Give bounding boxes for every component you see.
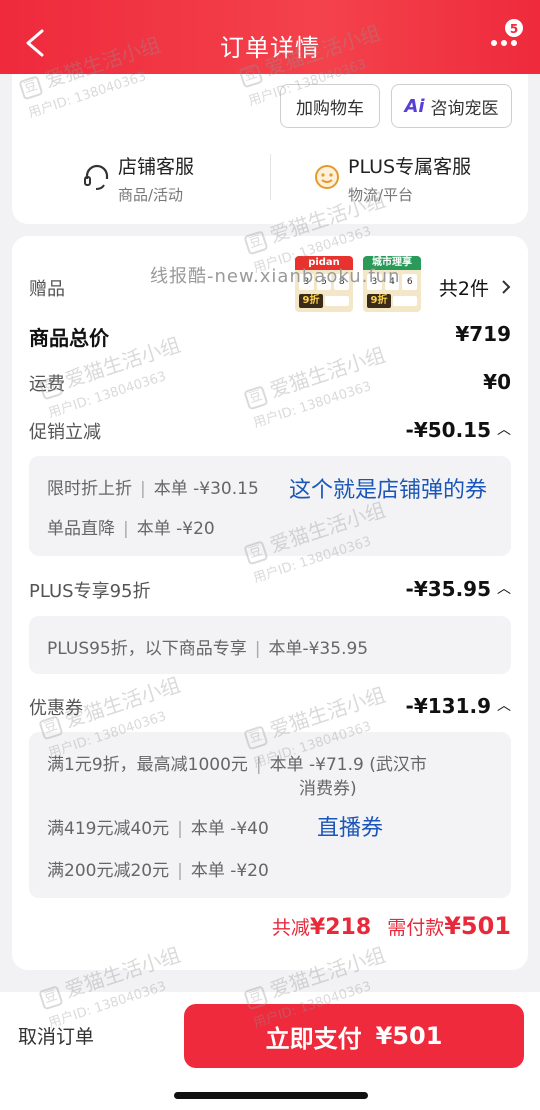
promo-amount: -¥50.15 xyxy=(405,418,491,442)
pay-due-label: 需付款 xyxy=(387,917,445,939)
gift-discount: 9折 xyxy=(367,294,391,308)
coupon-value: -¥131.9 ︿ xyxy=(406,694,511,718)
coupon-line-detail: 本单 -¥20 xyxy=(190,861,269,881)
shipping-row: 运费 ¥0 xyxy=(29,370,511,400)
promo-annotation: 这个就是店铺弹的券 xyxy=(289,478,488,503)
pay-now-label: 立即支付 xyxy=(265,1024,362,1053)
gift-count: 共2件 xyxy=(438,278,489,300)
plus-service-title: PLUS专属客服 xyxy=(348,156,472,178)
ai-icon: Ai xyxy=(404,95,425,117)
pay-now-button[interactable]: 立即支付 ¥501 xyxy=(184,1004,524,1068)
more-icon[interactable] xyxy=(490,38,518,48)
coupon-amount: -¥131.9 xyxy=(405,694,491,718)
overlay-watermark-text: 线报酷-new.xianbaoku.fun xyxy=(150,266,401,287)
promo-line-name: 单品直降 xyxy=(47,519,115,539)
bottom-action-bar: 取消订单 立即支付 ¥501 xyxy=(0,992,540,1110)
coupon-line-cont: 消费券) xyxy=(299,779,357,799)
gift-cell: 6 xyxy=(402,274,418,290)
price-detail-card: 赠品 pidan 3 5 8 9折 城市理享 3 4 6 9折 共2件 商品总价… xyxy=(12,236,528,970)
plus-discount-amount: -¥35.95 xyxy=(405,577,491,601)
promo-row[interactable]: 促销立减 -¥50.15 ︿ xyxy=(29,418,511,448)
shipping-value: ¥0 xyxy=(483,370,511,394)
promo-line-detail: 本单 -¥20 xyxy=(136,519,215,539)
plus-service-entry[interactable]: PLUS专属客服 物流/平台 xyxy=(312,152,512,208)
promo-line: 限时折上折 | 本单 -¥30.15 xyxy=(47,479,259,499)
shop-service-sub: 商品/活动 xyxy=(118,186,184,204)
plus-line-detail: 本单-¥35.95 xyxy=(268,639,369,659)
page-title: 订单详情 xyxy=(220,34,320,62)
shop-service-entry[interactable]: 店铺客服 商品/活动 xyxy=(82,152,262,208)
chevron-up-icon[interactable]: ︿ xyxy=(497,695,511,715)
plus-detail-box: PLUS95折，以下商品专享 | 本单-¥35.95 xyxy=(29,616,511,674)
promo-line-name: 限时折上折 xyxy=(47,479,132,499)
home-indicator xyxy=(174,1092,368,1099)
consult-vet-label: 咨询宠医 xyxy=(430,98,499,119)
plus-discount-value: -¥35.95 ︿ xyxy=(406,577,511,601)
service-card: 加购物车 Ai 咨询宠医 店铺客服 商品/活动 PLUS专属客服 物流/平台 xyxy=(12,74,528,224)
totals-line: 共减¥218 需付款¥501 xyxy=(272,912,511,940)
chevron-up-icon[interactable]: ︿ xyxy=(497,578,511,598)
coupon-annotation: 直播券 xyxy=(317,816,384,841)
shipping-label: 运费 xyxy=(29,374,65,395)
divider xyxy=(270,154,271,200)
notification-badge: 5 xyxy=(504,18,524,38)
coupon-line-name: 满419元减40元 xyxy=(47,819,170,839)
cancel-order-button[interactable]: 取消订单 xyxy=(18,1022,94,1049)
headset-icon xyxy=(84,164,109,190)
coupon-line-detail: 本单 -¥40 xyxy=(190,819,269,839)
saved-label: 共减 xyxy=(271,917,310,939)
plus-discount-row[interactable]: PLUS专享95折 -¥35.95 ︿ xyxy=(29,577,511,607)
gift-discount: 9折 xyxy=(299,294,323,308)
gift-note xyxy=(325,296,349,306)
promo-value: -¥50.15 ︿ xyxy=(406,418,511,442)
coupon-label: 优惠券 xyxy=(29,698,83,719)
promo-line-detail: 本单 -¥30.15 xyxy=(153,479,259,499)
plus-line-name: PLUS95折，以下商品专享 xyxy=(47,639,247,659)
coupon-detail-box: 满1元9折，最高减1000元 | 本单 -¥71.9 (武汉市 消费券) 满419元… xyxy=(29,732,511,898)
pay-now-amount: ¥501 xyxy=(375,1022,443,1050)
promo-label: 促销立减 xyxy=(29,422,101,443)
total-price-value: ¥719 xyxy=(455,322,511,346)
chevron-right-icon xyxy=(502,280,511,294)
saved-value: ¥218 xyxy=(309,915,372,940)
plus-line: PLUS95折，以下商品专享 | 本单-¥35.95 xyxy=(47,639,369,659)
gift-label: 赠品 xyxy=(29,279,65,300)
consult-vet-button[interactable]: Ai 咨询宠医 xyxy=(391,84,512,128)
smile-icon xyxy=(315,165,339,189)
chevron-up-icon[interactable]: ︿ xyxy=(497,419,511,439)
plus-discount-label: PLUS专享95折 xyxy=(29,581,151,602)
coupon-line: 满419元减40元 | 本单 -¥40 xyxy=(47,819,269,839)
coupon-line-name: 满200元减20元 xyxy=(47,861,170,881)
total-price-row: 商品总价 ¥719 xyxy=(29,322,511,358)
gift-note xyxy=(393,296,417,306)
coupon-line: 满200元减20元 | 本单 -¥20 xyxy=(47,861,269,881)
coupon-row[interactable]: 优惠券 -¥131.9 ︿ xyxy=(29,694,511,724)
plus-service-sub: 物流/平台 xyxy=(348,186,414,204)
add-to-cart-label: 加购物车 xyxy=(296,98,364,119)
shop-service-title: 店铺客服 xyxy=(118,156,195,178)
coupon-line: 满1元9折，最高减1000元 | 本单 -¥71.9 (武汉市 xyxy=(47,755,427,775)
promo-line: 单品直降 | 本单 -¥20 xyxy=(47,519,215,539)
pay-due-value: ¥501 xyxy=(444,912,511,940)
coupon-line-detail: 本单 -¥71.9 (武汉市 xyxy=(269,755,427,775)
add-to-cart-button[interactable]: 加购物车 xyxy=(280,84,380,128)
title-bar: 订单详情 5 xyxy=(0,0,540,74)
promo-detail-box: 限时折上折 | 本单 -¥30.15 单品直降 | 本单 -¥20 这个就是店铺弹的券 xyxy=(29,456,511,556)
total-price-label: 商品总价 xyxy=(29,326,109,350)
coupon-line-name: 满1元9折，最高减1000元 xyxy=(47,755,248,775)
